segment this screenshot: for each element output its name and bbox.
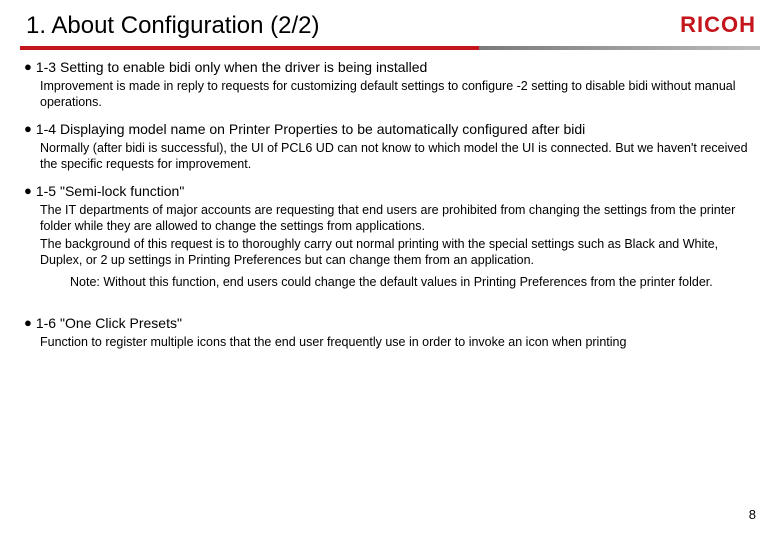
bullet-icon: ● — [24, 182, 32, 200]
item-title: 1-5 "Semi-lock function" — [36, 182, 184, 200]
content: ● 1-3 Setting to enable bidi only when t… — [20, 58, 760, 350]
page-number: 8 — [749, 507, 756, 522]
bullet-icon: ● — [24, 314, 32, 332]
spacer — [24, 300, 756, 314]
item-title: 1-4 Displaying model name on Printer Pro… — [36, 120, 585, 138]
item-1-6: ● 1-6 "One Click Presets" Function to re… — [24, 314, 756, 350]
item-head: ● 1-5 "Semi-lock function" — [24, 182, 756, 200]
header-row: 1. About Configuration (2/2) RICOH — [20, 12, 760, 46]
item-1-3: ● 1-3 Setting to enable bidi only when t… — [24, 58, 756, 110]
item-body: Normally (after bidi is successful), the… — [24, 140, 756, 172]
item-body-p2: The background of this request is to tho… — [40, 236, 750, 268]
item-title: 1-6 "One Click Presets" — [36, 314, 182, 332]
item-title: 1-3 Setting to enable bidi only when the… — [36, 58, 427, 76]
item-body-p1: The IT departments of major accounts are… — [40, 202, 750, 234]
item-1-5: ● 1-5 "Semi-lock function" The IT depart… — [24, 182, 756, 290]
item-1-4: ● 1-4 Displaying model name on Printer P… — [24, 120, 756, 172]
header-rule — [20, 46, 760, 50]
item-body: Function to register multiple icons that… — [24, 334, 756, 350]
slide: 1. About Configuration (2/2) RICOH ● 1-3… — [0, 0, 780, 540]
item-body: The IT departments of major accounts are… — [24, 202, 756, 268]
item-head: ● 1-6 "One Click Presets" — [24, 314, 756, 332]
ricoh-logo: RICOH — [680, 12, 760, 40]
bullet-icon: ● — [24, 58, 32, 76]
page-title: 1. About Configuration (2/2) — [20, 12, 320, 40]
item-head: ● 1-3 Setting to enable bidi only when t… — [24, 58, 756, 76]
item-note: Note: Without this function, end users c… — [78, 274, 756, 290]
item-head: ● 1-4 Displaying model name on Printer P… — [24, 120, 756, 138]
item-body: Improvement is made in reply to requests… — [24, 78, 756, 110]
bullet-icon: ● — [24, 120, 32, 138]
